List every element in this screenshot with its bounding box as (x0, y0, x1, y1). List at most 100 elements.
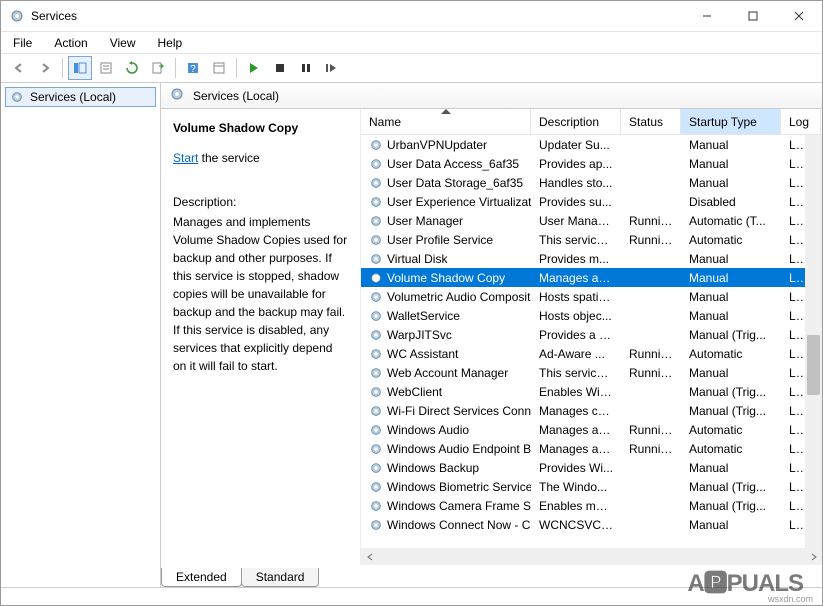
show-hide-tree-button[interactable] (68, 56, 92, 80)
properties-button[interactable] (94, 56, 118, 80)
service-row[interactable]: Web Account ManagerThis service ...Runni… (361, 363, 822, 382)
help-button[interactable]: ? (181, 56, 205, 80)
gear-icon (169, 86, 185, 105)
forward-button[interactable] (33, 56, 57, 80)
service-row[interactable]: User Data Access_6af35Provides ap...Manu… (361, 154, 822, 173)
gear-icon (369, 157, 383, 171)
back-button[interactable] (7, 56, 31, 80)
scroll-left-icon[interactable] (361, 548, 378, 565)
menu-view[interactable]: View (110, 36, 136, 50)
service-row[interactable]: User Data Storage_6af35Handles sto...Man… (361, 173, 822, 192)
service-row[interactable]: Virtual DiskProvides m...ManualLoca (361, 249, 822, 268)
service-name: Windows Connect Now - C... (387, 518, 531, 532)
service-status: Running (621, 214, 681, 228)
service-startup: Automatic (681, 233, 781, 247)
description-label: Description: (173, 193, 348, 211)
service-row[interactable]: WC AssistantAd-Aware ...RunningAutomatic… (361, 344, 822, 363)
service-startup: Automatic (681, 442, 781, 456)
service-description: Enables mul... (531, 499, 621, 513)
status-bar (1, 587, 822, 605)
service-name: Volume Shadow Copy (387, 271, 505, 285)
tab-standard[interactable]: Standard (241, 568, 320, 587)
pause-service-button[interactable] (294, 56, 318, 80)
menu-file[interactable]: File (13, 36, 32, 50)
start-suffix: the service (198, 151, 259, 165)
service-row[interactable]: WebClientEnables Win...Manual (Trig...Lo… (361, 382, 822, 401)
service-startup: Manual (681, 290, 781, 304)
start-service-link[interactable]: Start (173, 151, 198, 165)
column-header-status[interactable]: Status (621, 109, 681, 134)
gear-icon (369, 423, 383, 437)
service-row[interactable]: Wi-Fi Direct Services Conne...Manages co… (361, 401, 822, 420)
services-window: Services File Action View Help ? (0, 0, 823, 606)
right-pane: Services (Local) Volume Shadow Copy Star… (161, 83, 822, 587)
column-header-startup-type[interactable]: Startup Type (681, 109, 781, 134)
service-row[interactable]: User Profile ServiceThis service ...Runn… (361, 230, 822, 249)
service-list-pane: Name Description Status Startup Type Log… (361, 109, 822, 565)
service-row[interactable]: Windows BackupProvides Wi...ManualLoca (361, 458, 822, 477)
service-startup: Manual (Trig... (681, 480, 781, 494)
menu-help[interactable]: Help (158, 36, 183, 50)
service-row[interactable]: Windows Camera Frame Se...Enables mul...… (361, 496, 822, 515)
gear-icon (369, 271, 383, 285)
service-startup: Manual (681, 252, 781, 266)
gear-icon (369, 328, 383, 342)
close-button[interactable] (776, 1, 822, 31)
list-body[interactable]: UrbanVPNUpdaterUpdater Su...ManualLocaUs… (361, 135, 822, 548)
service-startup: Disabled (681, 195, 781, 209)
service-description: Manages an... (531, 271, 621, 285)
maximize-button[interactable] (730, 1, 776, 31)
service-startup: Automatic (681, 423, 781, 437)
refresh-button[interactable] (120, 56, 144, 80)
restart-service-button[interactable] (320, 56, 344, 80)
service-row[interactable]: WarpJITSvc Provides a JI... Manual (Trig..… (361, 325, 822, 344)
menu-action[interactable]: Action (54, 36, 87, 50)
service-row[interactable]: Windows AudioManages au...RunningAutomat… (361, 420, 822, 439)
stop-service-button[interactable] (268, 56, 292, 80)
service-row[interactable]: Volume Shadow CopyManages an...ManualLoc… (361, 268, 822, 287)
column-header-logon[interactable]: Log (781, 109, 821, 134)
tree-item-services-local[interactable]: Services (Local) (5, 87, 156, 107)
column-header-description[interactable]: Description (531, 109, 621, 134)
service-row[interactable]: User Experience Virtualizati...Provides … (361, 192, 822, 211)
service-name: WarpJITSvc (387, 328, 452, 342)
scrollbar-thumb[interactable] (807, 335, 820, 395)
service-description: Provides m... (531, 252, 621, 266)
service-name: Wi-Fi Direct Services Conne... (387, 404, 531, 418)
service-row[interactable]: User ManagerUser Manag...RunningAutomati… (361, 211, 822, 230)
service-description: Provides a JI... (531, 328, 621, 342)
gear-icon (369, 309, 383, 323)
list-header: Name Description Status Startup Type Log (361, 109, 822, 135)
service-row[interactable]: Windows Biometric ServiceThe Windo...Man… (361, 477, 822, 496)
gear-icon (369, 233, 383, 247)
gear-icon (369, 347, 383, 361)
export-button[interactable] (146, 56, 170, 80)
scroll-right-icon[interactable] (805, 548, 822, 565)
service-name: Windows Audio Endpoint B... (387, 442, 531, 456)
gear-icon (369, 252, 383, 266)
service-row[interactable]: Volumetric Audio Composit...Hosts spatia… (361, 287, 822, 306)
service-startup: Automatic (T... (681, 214, 781, 228)
service-startup: Manual (Trig... (681, 499, 781, 513)
service-row[interactable]: Windows Audio Endpoint B...Manages au...… (361, 439, 822, 458)
service-row[interactable]: WalletServiceHosts objec...ManualLoca (361, 306, 822, 325)
horizontal-scrollbar[interactable] (361, 548, 822, 565)
service-startup: Manual (681, 271, 781, 285)
minimize-button[interactable] (684, 1, 730, 31)
service-startup: Manual (Trig... (681, 328, 781, 342)
service-name: User Manager (387, 214, 463, 228)
service-name: Windows Camera Frame Se... (387, 499, 531, 513)
vertical-scrollbar[interactable] (805, 135, 822, 548)
service-description: Updater Su... (531, 138, 621, 152)
column-header-name[interactable]: Name (361, 109, 531, 134)
tab-extended[interactable]: Extended (161, 568, 242, 587)
app-icon (9, 8, 25, 24)
gear-icon (369, 195, 383, 209)
gear-icon (369, 214, 383, 228)
start-service-button[interactable] (242, 56, 266, 80)
service-row[interactable]: UrbanVPNUpdaterUpdater Su...ManualLoca (361, 135, 822, 154)
service-name: WebClient (387, 385, 442, 399)
toolbar-extra-button[interactable] (207, 56, 231, 80)
right-pane-header: Services (Local) (161, 83, 822, 109)
service-row[interactable]: Windows Connect Now - C...WCNCSVC ...Man… (361, 515, 822, 534)
